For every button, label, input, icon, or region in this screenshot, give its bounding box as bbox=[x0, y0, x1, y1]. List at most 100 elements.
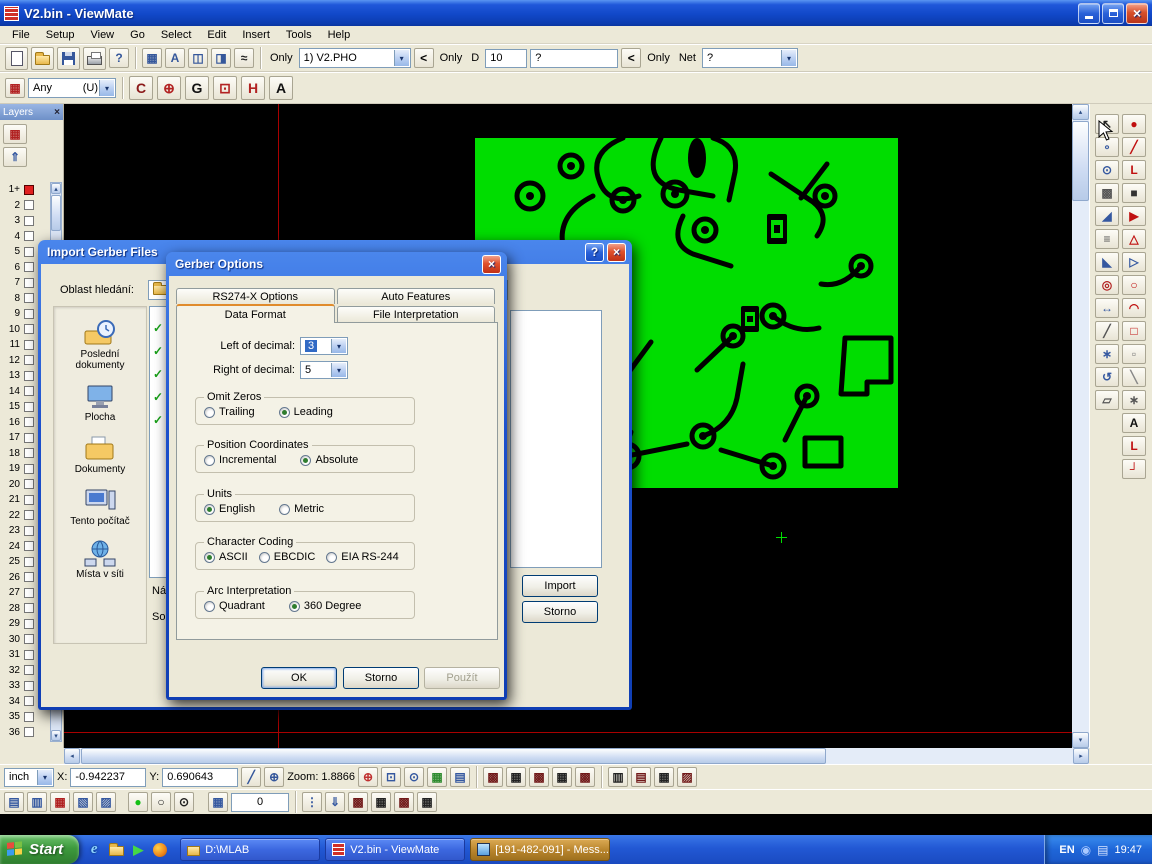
layer-colors-icon[interactable]: ▦ bbox=[3, 124, 27, 144]
layer-visibility-box[interactable] bbox=[24, 665, 34, 675]
layer-visibility-box[interactable] bbox=[24, 386, 34, 396]
layer-visibility-box[interactable] bbox=[24, 340, 34, 350]
layer-row[interactable]: 2 bbox=[2, 198, 49, 214]
layer-visibility-box[interactable] bbox=[24, 696, 34, 706]
measure-distance-icon[interactable]: ╱ bbox=[241, 767, 261, 787]
layer-visibility-box[interactable] bbox=[24, 634, 34, 644]
aperture-shape-combo[interactable]: Any (U) bbox=[28, 78, 116, 98]
snap-center-icon[interactable]: ⊙ bbox=[1095, 160, 1119, 180]
snap-grid-icon[interactable]: ▦ bbox=[208, 792, 228, 812]
chevron-down-icon[interactable] bbox=[37, 770, 52, 785]
layer-visibility-box[interactable] bbox=[24, 247, 34, 257]
layer-visibility-box[interactable] bbox=[24, 309, 34, 319]
parallelogram-icon[interactable]: ▱ bbox=[1095, 390, 1119, 410]
layer-visibility-box[interactable] bbox=[24, 681, 34, 691]
list-layers-icon[interactable]: ≡ bbox=[1095, 229, 1119, 249]
wedge-tool-icon[interactable]: ◣ bbox=[1095, 252, 1119, 272]
text-size-icon[interactable]: A bbox=[165, 48, 185, 68]
draw-trace-icon[interactable]: ╱ bbox=[1122, 137, 1146, 157]
right-of-decimal-combo[interactable]: 5 bbox=[300, 361, 348, 379]
pan-horizontal-icon[interactable]: ↔ bbox=[1095, 298, 1119, 318]
layer-visibility-box[interactable] bbox=[24, 278, 34, 288]
layer-select-combo[interactable]: 1) V2.PHO bbox=[299, 48, 411, 68]
highlight-icon[interactable]: H bbox=[241, 76, 265, 100]
edit-points-icon[interactable]: ∗ bbox=[1122, 390, 1146, 410]
layer-visibility-box[interactable] bbox=[24, 231, 34, 241]
draw-filled-rect-icon[interactable]: ■ bbox=[1122, 183, 1146, 203]
layer-visibility-box[interactable] bbox=[24, 433, 34, 443]
layer-visibility-box[interactable] bbox=[24, 185, 34, 195]
place-recent-documents[interactable]: Poslední dokumenty bbox=[55, 319, 145, 371]
chevron-down-icon[interactable] bbox=[394, 50, 409, 66]
measure-line-icon[interactable]: ╱ bbox=[1095, 321, 1119, 341]
only-net-toggle[interactable]: Only bbox=[644, 52, 673, 64]
dialog-close-button[interactable]: × bbox=[607, 243, 626, 262]
layer-cascade-icon[interactable]: ▥ bbox=[27, 792, 47, 812]
layer-visibility-box[interactable] bbox=[24, 510, 34, 520]
rotate-ccw-icon[interactable]: ↺ bbox=[1095, 367, 1119, 387]
menu-item[interactable]: Tools bbox=[278, 28, 320, 42]
help-pointer-icon[interactable]: ? bbox=[109, 48, 129, 68]
place-network[interactable]: Místa v síti bbox=[55, 539, 145, 580]
scroll-up-icon[interactable]: ▴ bbox=[51, 183, 61, 194]
apply-button[interactable]: Použít bbox=[424, 667, 500, 689]
radio-leading[interactable]: Leading bbox=[279, 406, 333, 418]
layer-stack-icon[interactable]: ▤ bbox=[4, 792, 24, 812]
radio-trailing[interactable]: Trailing bbox=[204, 406, 255, 418]
layer-visibility-box[interactable] bbox=[24, 619, 34, 629]
layer-visibility-box[interactable] bbox=[24, 200, 34, 210]
layer-visibility-box[interactable] bbox=[24, 216, 34, 226]
draw-pad-icon[interactable]: ● bbox=[1122, 114, 1146, 134]
flip-tool-icon[interactable]: ▷ bbox=[1122, 252, 1146, 272]
draw-circle-icon[interactable]: ○ bbox=[1122, 275, 1146, 295]
via-view-icon[interactable]: ▦ bbox=[654, 767, 674, 787]
radio-quadrant[interactable]: Quadrant bbox=[204, 600, 265, 612]
firefox-icon[interactable] bbox=[151, 841, 169, 859]
place-desktop[interactable]: Plocha bbox=[55, 383, 145, 423]
only-layer-toggle[interactable]: Only bbox=[267, 52, 296, 64]
layer-visibility-box[interactable] bbox=[24, 727, 34, 737]
scroll-down-icon[interactable]: ▾ bbox=[1072, 732, 1089, 748]
draw-triangle-icon[interactable]: △ bbox=[1122, 229, 1146, 249]
task-button-message[interactable]: [191-482-091] - Mess... bbox=[470, 838, 610, 861]
dialog-help-button[interactable]: ? bbox=[585, 243, 604, 262]
film-mix1-icon[interactable]: ▩ bbox=[529, 767, 549, 787]
restore-button[interactable] bbox=[1102, 3, 1124, 24]
star-burst-icon[interactable]: ∗ bbox=[1095, 344, 1119, 364]
dcode-table-icon[interactable]: ▦ bbox=[142, 48, 162, 68]
select-circle-icon[interactable]: ○ bbox=[151, 792, 171, 812]
scroll-right-icon[interactable]: ▸ bbox=[1073, 748, 1089, 764]
dcode-input[interactable]: 10 bbox=[485, 49, 527, 68]
radio-metric[interactable]: Metric bbox=[279, 503, 324, 515]
menu-item[interactable]: View bbox=[82, 28, 122, 42]
layer-colors2-icon[interactable]: ▦ bbox=[50, 792, 70, 812]
pattern-a-icon[interactable]: ▩ bbox=[348, 792, 368, 812]
zoom-in-icon[interactable]: ⊕ bbox=[358, 767, 378, 787]
net-select-combo[interactable]: ? bbox=[702, 48, 798, 68]
menu-item[interactable]: Insert bbox=[234, 28, 278, 42]
dimension-icon[interactable]: L bbox=[1122, 436, 1146, 456]
layer-visibility-box[interactable] bbox=[24, 464, 34, 474]
layer-visibility-box[interactable] bbox=[24, 495, 34, 505]
language-bar-icon[interactable]: ◉ bbox=[1081, 843, 1091, 857]
new-file-icon[interactable] bbox=[5, 47, 28, 70]
layer-visibility-box[interactable] bbox=[24, 557, 34, 567]
units-combo[interactable]: inch bbox=[4, 768, 54, 787]
draw-ghost-rect-icon[interactable]: ▫ bbox=[1122, 344, 1146, 364]
snap-corner-icon[interactable]: ┘ bbox=[1122, 459, 1146, 479]
layer-visibility-box[interactable] bbox=[24, 588, 34, 598]
tab-data-format[interactable]: Data Format bbox=[176, 304, 335, 323]
layer-visibility-box[interactable] bbox=[24, 650, 34, 660]
crosshair-icon[interactable]: ⊕ bbox=[157, 76, 181, 100]
save-file-icon[interactable] bbox=[57, 47, 80, 70]
chevron-down-icon[interactable] bbox=[331, 363, 346, 377]
tab-rs274x-options[interactable]: RS274-X Options bbox=[176, 288, 335, 304]
task-button-mlab[interactable]: D:\MLAB bbox=[180, 838, 320, 861]
dot-grid-icon[interactable]: ⋮ bbox=[302, 792, 322, 812]
menu-item[interactable]: Setup bbox=[38, 28, 83, 42]
trace-view-icon[interactable]: ▤ bbox=[631, 767, 651, 787]
menu-item[interactable]: Help bbox=[320, 28, 359, 42]
film-mix3-icon[interactable]: ▩ bbox=[575, 767, 595, 787]
minimize-button[interactable] bbox=[1078, 3, 1100, 24]
radio-360-degree[interactable]: 360 Degree bbox=[289, 600, 362, 612]
